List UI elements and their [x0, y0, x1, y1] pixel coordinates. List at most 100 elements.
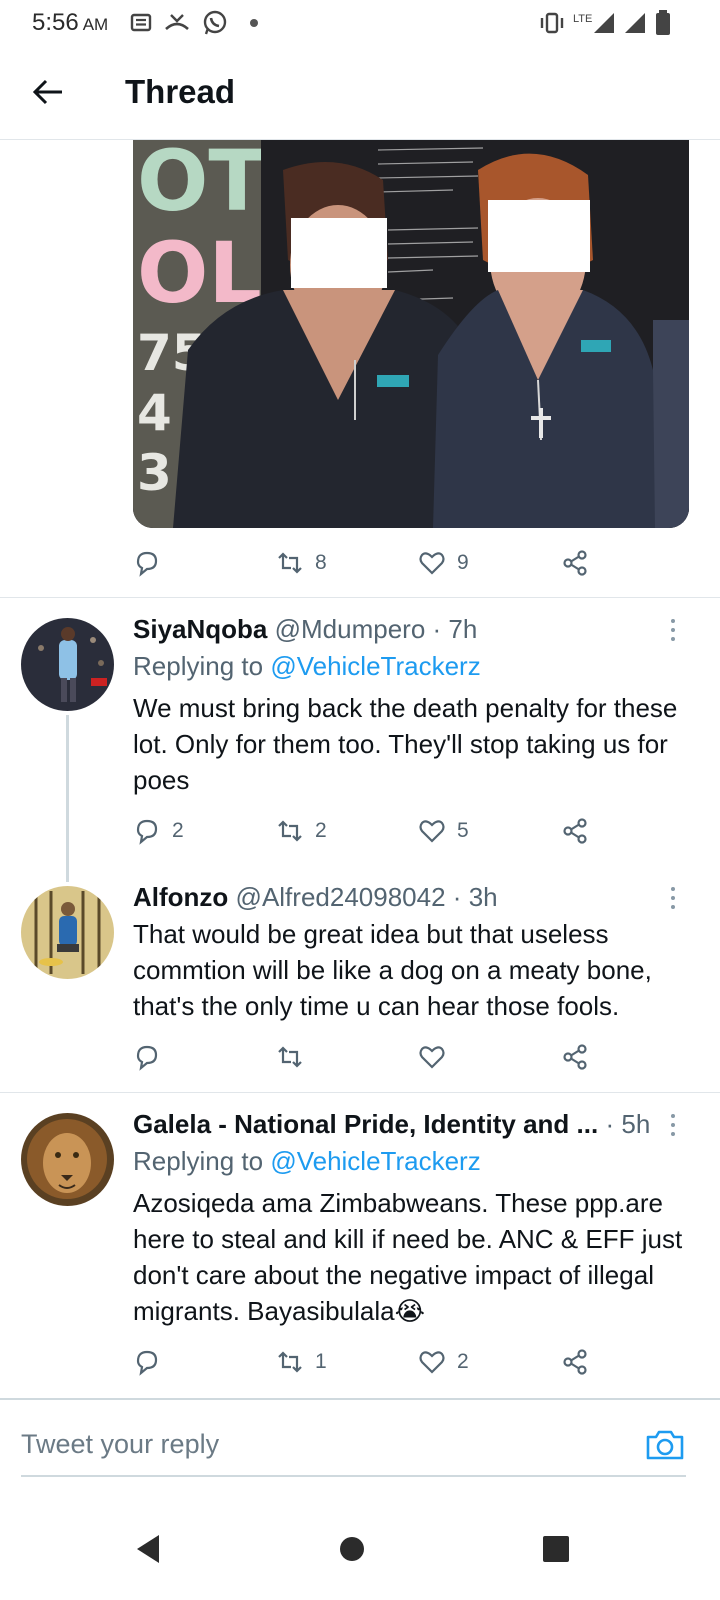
- heart-icon: [419, 820, 445, 843]
- tweet-header: Alfonzo @Alfred24098042 · 3h: [133, 882, 498, 913]
- retweet-icon: [278, 552, 302, 574]
- timestamp: 5h: [621, 1109, 651, 1139]
- share-icon: [563, 1044, 587, 1070]
- reply-icon: [136, 1350, 158, 1376]
- missed-call-icon: [163, 10, 191, 36]
- avatar-image: [21, 886, 114, 979]
- share-icon: [563, 818, 587, 844]
- reply-button[interactable]: [132, 543, 162, 583]
- thread-connector: [66, 715, 69, 882]
- nav-back-button[interactable]: [123, 1524, 173, 1574]
- retweet-icon: [278, 1351, 302, 1373]
- camera-button[interactable]: [644, 1424, 686, 1466]
- circle-home-icon: [340, 1537, 364, 1561]
- replying-to: Replying to @VehicleTrackerz: [133, 1146, 481, 1177]
- more-options-button[interactable]: [664, 1110, 682, 1140]
- handle[interactable]: @Mdumpero: [275, 614, 426, 644]
- like-button[interactable]: 2: [417, 1342, 469, 1382]
- status-time-value: 5:56: [32, 9, 79, 36]
- app-header: Thread: [0, 48, 720, 140]
- heart-icon: [419, 552, 445, 575]
- signal-strength-secondary-icon: [623, 10, 649, 36]
- more-notifications-dot-icon: [249, 10, 259, 36]
- whatsapp-icon: [201, 10, 229, 36]
- camera-icon: [646, 1430, 684, 1460]
- chalkboard-text-line-1: OT: [137, 140, 266, 230]
- tweet-text: We must bring back the death penalty for…: [133, 693, 678, 795]
- mention-link[interactable]: @VehicleTrackerz: [270, 1146, 480, 1176]
- notification-message-icon: [130, 10, 152, 36]
- nav-home-button[interactable]: [327, 1524, 377, 1574]
- retweet-count: 2: [315, 819, 327, 842]
- tweet-header: Galela - National Pride, Identity and ..…: [133, 1109, 650, 1140]
- battery-icon: [655, 10, 671, 36]
- reply-button[interactable]: 2: [132, 811, 184, 851]
- share-button[interactable]: [560, 1342, 590, 1382]
- lion-avatar-image: [21, 1113, 114, 1206]
- retweet-button[interactable]: 2: [275, 811, 327, 851]
- handle[interactable]: @Alfred24098042: [236, 882, 446, 912]
- reply-count: 2: [172, 819, 184, 842]
- divider: [0, 1092, 720, 1093]
- like-count: 2: [457, 1350, 469, 1373]
- timestamp: 3h: [468, 882, 498, 912]
- reply-icon: [136, 551, 158, 577]
- divider: [0, 597, 720, 598]
- tweet-text: That would be great idea but that useles…: [133, 919, 652, 1021]
- retweet-count: 8: [315, 551, 327, 574]
- avatar-image: [21, 618, 114, 711]
- status-bar: 5:56 AM LTE: [0, 0, 720, 48]
- arrow-left-icon: [32, 79, 62, 105]
- avatar[interactable]: [21, 1113, 114, 1206]
- reply-button[interactable]: [132, 1342, 172, 1382]
- chalkboard-text-line-4: 4: [137, 384, 172, 442]
- triangle-back-icon: [137, 1535, 159, 1563]
- signal-strength-icon: [592, 10, 618, 36]
- more-options-button[interactable]: [664, 883, 682, 913]
- tweet-header: SiyaNqoba @Mdumpero · 7h: [133, 614, 477, 645]
- reply-composer: [0, 1398, 720, 1502]
- replying-to-label: Replying to: [133, 651, 264, 681]
- avatar[interactable]: [21, 886, 114, 979]
- chalkboard-text-line-5: 3: [137, 444, 172, 502]
- like-button[interactable]: 9: [417, 543, 469, 583]
- tweet-actions: [130, 1037, 630, 1077]
- reply-icon: [136, 1045, 158, 1071]
- share-button[interactable]: [560, 811, 590, 851]
- separator-dot: ·: [432, 614, 442, 644]
- retweet-count: 1: [315, 1350, 327, 1373]
- like-button[interactable]: 5: [417, 811, 469, 851]
- crying-face-emoji: 😭: [394, 1296, 425, 1326]
- back-button[interactable]: [26, 70, 70, 114]
- retweet-icon: [278, 1046, 302, 1068]
- tweet-text: Azosiqeda ama Zimbabweans. These ppp.are…: [133, 1185, 693, 1329]
- share-button[interactable]: [560, 1037, 590, 1077]
- reply-button[interactable]: [132, 1037, 172, 1077]
- network-type-label: LTE: [573, 13, 593, 25]
- tweet-photo-image: OT OLE 75 4 3: [133, 140, 689, 528]
- top-tweet-actions: 8 9: [130, 543, 630, 583]
- nav-recents-button[interactable]: [531, 1524, 581, 1574]
- retweet-button[interactable]: 8: [275, 543, 327, 583]
- like-button[interactable]: [417, 1037, 457, 1077]
- timestamp: 7h: [448, 614, 478, 644]
- like-count: 5: [457, 819, 469, 842]
- retweet-button[interactable]: 1: [275, 1342, 327, 1382]
- mention-link[interactable]: @VehicleTrackerz: [270, 651, 480, 681]
- display-name[interactable]: SiyaNqoba: [133, 614, 267, 644]
- retweet-icon: [278, 820, 302, 842]
- tweet-actions: 2 2 5: [130, 811, 630, 851]
- avatar[interactable]: [21, 618, 114, 711]
- status-time-ampm: AM: [82, 15, 109, 34]
- retweet-button[interactable]: [275, 1037, 315, 1077]
- display-name[interactable]: Alfonzo: [133, 882, 228, 912]
- share-icon: [563, 1349, 587, 1375]
- tweet-reply-input[interactable]: [21, 1422, 621, 1466]
- display-name[interactable]: Galela - National Pride, Identity and ..…: [133, 1109, 598, 1139]
- more-options-button[interactable]: [664, 615, 682, 645]
- tweet-actions: 1 2: [130, 1342, 630, 1382]
- tweet-photo[interactable]: OT OLE 75 4 3: [133, 140, 689, 528]
- share-button[interactable]: [560, 543, 590, 583]
- share-icon: [563, 550, 587, 576]
- vibrate-icon: [538, 10, 566, 36]
